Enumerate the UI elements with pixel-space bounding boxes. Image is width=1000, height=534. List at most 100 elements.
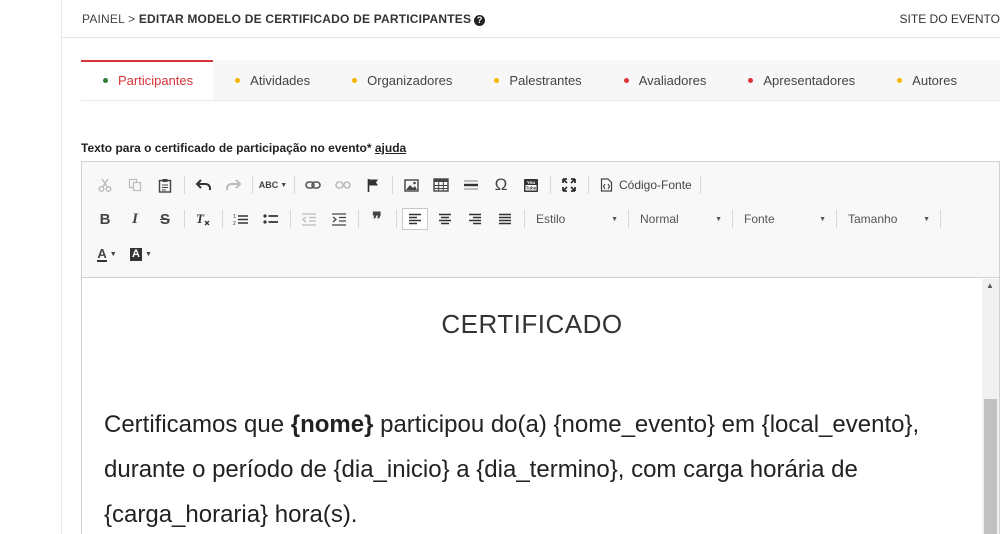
name-variable: {nome} [290,411,374,438]
toolbar-separator [184,176,185,194]
svg-text:Tube: Tube [526,185,537,190]
breadcrumb-separator: > [124,11,139,26]
anchor-flag-icon[interactable] [360,174,386,196]
maximize-icon[interactable] [556,174,582,196]
tab-organizadores[interactable]: Organizadores [330,60,472,100]
scrollbar[interactable]: ▲ [982,279,999,534]
certificate-title: CERTIFICADO [441,309,623,339]
image-icon[interactable] [398,174,424,196]
help-icon[interactable]: ? [474,14,486,26]
redo-icon[interactable] [220,174,246,196]
tab-autores[interactable]: Autores [875,60,977,100]
align-center-icon[interactable] [432,208,458,230]
format-combo[interactable]: Normal ▼ [634,208,730,230]
remove-format-icon[interactable]: T [190,208,216,230]
copy-icon[interactable] [122,174,148,196]
numbered-list-icon[interactable]: 12 [228,208,254,230]
status-dot-icon [748,77,754,83]
youtube-icon[interactable]: You Tube [518,174,544,196]
blockquote-icon[interactable]: ❞ [364,208,390,230]
status-dot-icon [897,77,903,83]
tab-label: Autores [912,72,957,88]
breadcrumb-root[interactable]: PAINEL [82,12,125,26]
align-right-icon[interactable] [462,208,488,230]
tab-label: Participantes [118,72,194,88]
toolbar-separator [550,176,551,194]
tab-bar: Participantes Atividades Organizadores Pale… [81,60,1000,101]
indent-icon[interactable] [326,208,352,230]
tab-avaliadores[interactable]: Avaliadores [602,60,727,100]
horizontal-rule-icon[interactable] [458,174,484,196]
tab-atividades[interactable]: Atividades [213,60,330,100]
chevron-down-icon: ▼ [611,215,618,223]
link-icon[interactable] [300,174,326,196]
svg-text:2: 2 [233,221,236,226]
toolbar-separator [524,210,525,228]
align-justify-icon[interactable] [492,208,518,230]
field-label: Texto para o certificado de participação… [81,141,406,155]
tab-label: Apresentadores [763,72,856,88]
svg-text:You: You [527,180,535,185]
spellcheck-icon[interactable]: ABC ▼ [258,174,288,196]
toolbar-separator [252,176,253,194]
toolbar-separator [294,176,295,194]
certificate-body: Certificamos que {nome} participou do(a)… [104,411,920,528]
outdent-icon[interactable] [296,208,322,230]
tab-label: Atividades [250,72,311,88]
bulleted-list-icon[interactable] [258,208,284,230]
status-dot-icon [494,77,500,83]
tab-participantes[interactable]: Participantes [81,60,214,100]
toolbar-separator [358,210,359,228]
breadcrumb: PAINEL > EDITAR MODELO DE CERTIFICADO DE… [82,11,486,26]
source-code-button[interactable]: Código-Fonte [594,174,698,196]
table-icon[interactable] [428,174,454,196]
scroll-up-icon[interactable]: ▲ [986,281,994,290]
cut-icon[interactable] [92,174,118,196]
toolbar-separator [699,176,701,194]
italic-button[interactable]: I [122,208,148,230]
size-combo[interactable]: Tamanho ▼ [842,208,938,230]
style-combo[interactable]: Estilo ▼ [530,208,626,230]
svg-text:1: 1 [233,214,236,220]
toolbar-separator [732,210,733,228]
status-dot-icon [235,77,241,83]
source-code-label: Código-Fonte [619,178,692,192]
undo-icon[interactable] [190,174,216,196]
chevron-down-icon: ▼ [923,215,930,223]
chevron-down-icon: ▼ [715,215,722,223]
toolbar-separator [392,176,393,194]
tab-apresentadores[interactable]: Apresentadores [726,60,875,100]
editor-toolbar: ABC ▼ Ω You Tube Código-Fonte B I S T 1 … [82,162,999,278]
tab-palestrantes[interactable]: Palestrantes [472,60,601,100]
strikethrough-button[interactable]: S [152,208,178,230]
scrollbar-thumb[interactable] [984,399,997,534]
field-label-text: Texto para o certificado de participação… [81,141,375,155]
toolbar-separator [396,210,397,228]
special-char-icon[interactable]: Ω [488,174,514,196]
paste-icon[interactable] [152,174,178,196]
unlink-icon[interactable] [330,174,356,196]
bold-button[interactable]: B [92,208,118,230]
source-code-icon [600,178,613,192]
align-left-icon[interactable] [402,208,428,230]
chevron-down-icon: ▼ [819,215,826,223]
status-dot-icon [352,77,358,83]
font-combo[interactable]: Fonte ▼ [738,208,834,230]
toolbar-separator [588,176,589,194]
text-color-icon[interactable]: A ▼ [92,243,122,265]
toolbar-separator [184,210,185,228]
toolbar-separator [222,210,223,228]
toolbar-separator [628,210,629,228]
breadcrumb-current: EDITAR MODELO DE CERTIFICADO DE PARTICIP… [138,11,472,26]
tab-label: Palestrantes [509,72,582,88]
toolbar-separator [836,210,837,228]
status-dot-icon [623,77,629,83]
toolbar-separator [940,210,941,228]
svg-text:T: T [196,212,205,226]
background-color-icon[interactable]: A ▼ [126,243,156,265]
help-link[interactable]: ajuda [375,141,406,155]
status-dot-icon [103,77,108,83]
editor-content[interactable]: CERTIFICADO Certificamos que {nome} part… [82,279,999,534]
site-link[interactable]: SITE DO EVENTO [900,12,1000,26]
page: PAINEL > EDITAR MODELO DE CERTIFICADO DE… [0,0,1000,534]
